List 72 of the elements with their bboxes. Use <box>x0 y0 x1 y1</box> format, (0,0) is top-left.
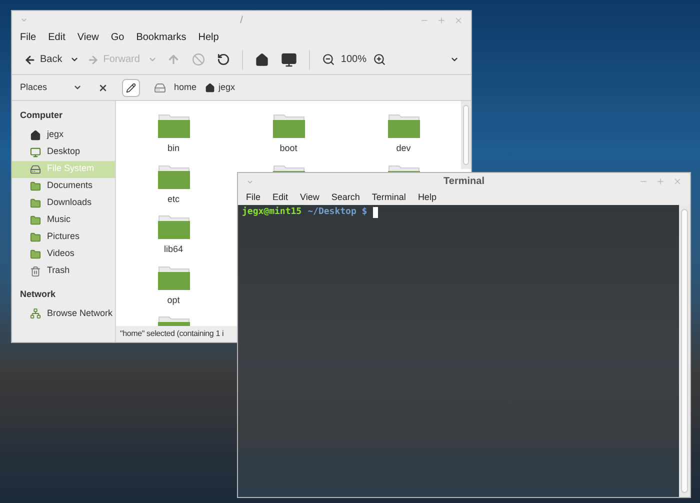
menu-item[interactable]: Help <box>198 30 219 44</box>
folder-icon <box>30 180 41 192</box>
folder-icon <box>158 213 190 239</box>
menu-item[interactable]: Terminal <box>372 190 406 204</box>
folder-icon <box>158 264 190 290</box>
breadcrumb-item[interactable]: jegx <box>204 80 236 94</box>
folder-label: opt <box>167 294 180 307</box>
pencil-icon[interactable] <box>126 82 136 92</box>
scrollbar[interactable] <box>679 205 690 497</box>
menu-item[interactable]: Help <box>418 190 436 204</box>
close-icon[interactable] <box>98 82 108 92</box>
window-title: Terminal <box>444 175 484 189</box>
drive-icon[interactable] <box>154 82 166 94</box>
menu-item[interactable]: Edit <box>272 190 288 204</box>
reload-icon[interactable] <box>216 53 230 66</box>
drive-icon <box>30 164 41 174</box>
window-menu-icon[interactable] <box>20 16 28 24</box>
edit-location-button[interactable] <box>122 78 140 96</box>
sidebar-item[interactable]: Music <box>12 212 115 228</box>
sidebar-item[interactable]: Downloads <box>12 194 115 212</box>
sidebar-item[interactable]: Trash <box>12 262 115 280</box>
terminal-area[interactable]: jegx@mint15 ~/Desktop $ <box>238 205 679 497</box>
sidebar-item[interactable]: jegx <box>12 126 115 144</box>
menu-item[interactable]: View <box>77 30 99 44</box>
home-icon[interactable] <box>204 82 215 92</box>
folder-icon <box>158 162 190 188</box>
scrollbar[interactable] <box>461 101 471 169</box>
left-arrow-icon[interactable] <box>24 54 36 66</box>
folder-icon <box>272 112 304 138</box>
menu-item[interactable]: File <box>20 30 36 44</box>
menu-item[interactable]: Bookmarks <box>136 30 186 44</box>
zoom-out-icon[interactable] <box>322 53 335 66</box>
folder-label: boot <box>280 142 298 155</box>
folder-icon <box>30 214 41 226</box>
menu-item[interactable]: View <box>300 190 320 204</box>
prompt-path: ~/Desktop $ <box>308 206 368 219</box>
folder-icon <box>30 198 41 208</box>
folder-label: etc <box>167 192 180 206</box>
trash-icon <box>30 266 41 276</box>
folder-icon <box>30 248 41 260</box>
desktop-icon <box>30 146 41 158</box>
folder-label: lib64 <box>164 243 183 256</box>
folder-icon <box>388 112 420 138</box>
places-dropdown[interactable]: Places <box>20 80 69 94</box>
computer-icon[interactable] <box>280 52 297 68</box>
window-title: / <box>240 14 243 28</box>
menu-item[interactable]: Edit <box>48 30 66 44</box>
menu-item[interactable]: Search <box>331 190 360 204</box>
folder-icon <box>30 232 41 242</box>
folder-label: bin <box>167 142 180 155</box>
home-icon[interactable] <box>254 52 269 66</box>
sidebar-heading: Computer <box>19 109 64 122</box>
sidebar-item[interactable]: Pictures <box>12 228 115 246</box>
zoom-in-icon[interactable] <box>372 53 386 66</box>
sidebar-heading: Network <box>19 288 57 300</box>
sidebar-item[interactable]: Desktop <box>12 144 115 160</box>
sidebar-item[interactable]: Browse Network <box>12 305 115 322</box>
sidebar-item[interactable]: Videos <box>12 246 115 262</box>
folder-label: dev <box>396 142 411 155</box>
sidebar-item[interactable]: Documents <box>12 178 115 194</box>
breadcrumb-item[interactable]: home <box>174 80 197 94</box>
back-button[interactable]: Back <box>20 48 66 71</box>
caret-icon[interactable] <box>73 83 82 92</box>
zoom-level: 100% <box>340 53 366 67</box>
status-text: "home" selected (containing 1 i <box>120 328 224 340</box>
menu-item[interactable]: File <box>246 190 261 204</box>
prompt-user: jegx@mint15 <box>242 206 302 219</box>
home-icon <box>30 130 41 140</box>
cursor <box>373 207 378 218</box>
folder-icon <box>158 112 190 138</box>
network-icon <box>30 308 41 319</box>
menu-item[interactable]: Go <box>110 30 124 44</box>
